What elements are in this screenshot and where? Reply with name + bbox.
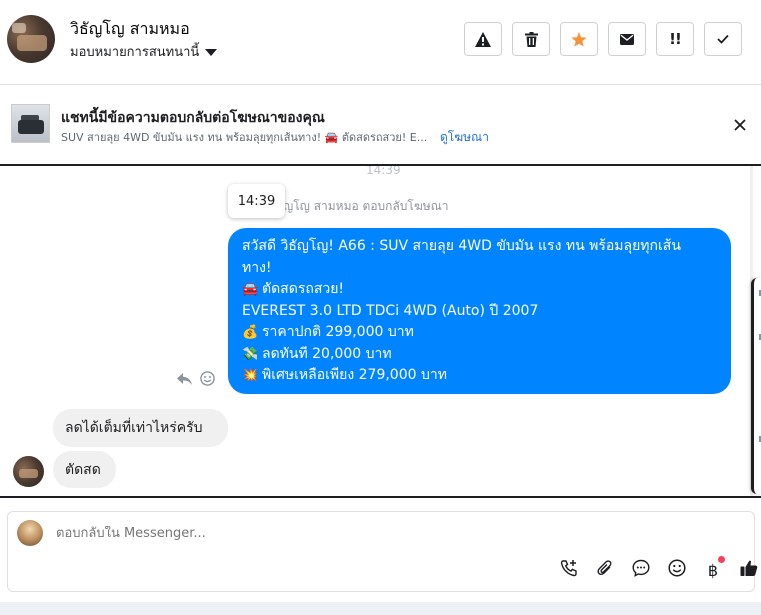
message-text: พิเศษเหลือเพียง 279,000 บาท: [262, 367, 447, 383]
close-banner-button[interactable]: [731, 116, 749, 134]
money-wings-emoji-icon: 💸: [242, 346, 259, 362]
collapsed-side-panel[interactable]: [751, 278, 761, 494]
contact-name[interactable]: วิธัญโญ สามหมอ: [70, 17, 190, 42]
star-icon: [571, 31, 587, 47]
follow-up-button[interactable]: !!: [656, 22, 694, 56]
trash-icon: [524, 31, 538, 47]
payment-button[interactable]: ฿: [695, 556, 731, 582]
add-call-button[interactable]: [551, 558, 587, 582]
saved-replies-icon: [632, 559, 650, 581]
time-tooltip: 14:39: [228, 184, 285, 218]
outgoing-message[interactable]: สวัสดี วิธัญโญ! A66 : SUV สายลุย 4WD ขับ…: [228, 228, 731, 394]
collision-emoji-icon: 💥: [242, 368, 259, 383]
emoji-icon: [668, 559, 686, 581]
message-line: 💥 พิเศษเหลือเพียง 279,000 บาท: [242, 365, 717, 387]
incoming-message[interactable]: ตัดสด: [53, 451, 116, 488]
report-button[interactable]: [464, 22, 502, 56]
view-ad-link[interactable]: ดูโฆษณา: [440, 128, 489, 147]
message-line: 💰 ราคาปกติ 299,000 บาท: [242, 322, 717, 344]
message-line: EVEREST 3.0 LTD TDCi 4WD (Auto) ปี 2007: [242, 302, 539, 319]
ad-reply-banner: แชทนี้มีข้อความตอบกลับต่อโฆษณาของคุณ SUV…: [0, 85, 761, 166]
contact-avatar[interactable]: [7, 15, 55, 63]
like-button[interactable]: [731, 558, 761, 582]
sender-avatar[interactable]: [13, 456, 44, 487]
react-icon[interactable]: [200, 371, 215, 390]
mark-unread-button[interactable]: [608, 22, 646, 56]
ad-thumbnail[interactable]: [11, 104, 50, 143]
assign-conversation-dropdown[interactable]: มอบหมายการสนทนานี้: [70, 41, 218, 62]
close-icon: [731, 119, 749, 138]
bottom-strip: [0, 602, 761, 615]
reply-composer: ฿: [7, 511, 758, 592]
envelope-icon: [620, 33, 634, 45]
ad-banner-title: แชทนี้มีข้อความตอบกลับต่อโฆษณาของคุณ: [61, 110, 325, 126]
delete-button[interactable]: [512, 22, 550, 56]
message-line: ทาง!: [242, 259, 272, 276]
notification-dot: [718, 556, 725, 563]
incoming-message[interactable]: ลดได้เต็มที่เท่าไหร่ครับ: [53, 409, 228, 447]
caret-down-icon: [205, 48, 218, 56]
mark-done-button[interactable]: [704, 22, 742, 56]
exclamation-icon: !!: [669, 30, 682, 48]
attachment-button[interactable]: [587, 558, 623, 582]
money-bag-emoji-icon: 💰: [242, 325, 259, 340]
message-text: ลดทันที 20,000 บาท: [262, 345, 392, 362]
message-line: 💸 ลดทันที 20,000 บาท: [242, 344, 717, 366]
message-actions: [177, 371, 215, 390]
message-text: ราคาปกติ 299,000 บาท: [262, 324, 414, 340]
emoji-button[interactable]: [659, 558, 695, 582]
ad-reply-note: ญโญ สามหมอ ตอบกลับโฆษณา: [283, 199, 449, 213]
reply-icon[interactable]: [177, 371, 192, 390]
attachment-icon: [597, 559, 613, 581]
saved-replies-button[interactable]: [623, 558, 659, 582]
warning-icon: [475, 31, 491, 47]
check-icon: [717, 34, 729, 44]
message-line: 🚘 ตัดสดรถสวย!: [242, 279, 717, 301]
composer-toolbar: ฿: [551, 556, 761, 582]
payment-icon: ฿: [707, 560, 719, 580]
reply-input[interactable]: [56, 526, 656, 541]
like-icon: [740, 559, 758, 581]
composer-divider: [0, 496, 761, 498]
star-button[interactable]: [560, 22, 598, 56]
page-avatar: [17, 520, 43, 546]
timestamp: 14:39: [366, 166, 401, 177]
car-emoji-icon: 🚘: [242, 282, 259, 297]
message-thread[interactable]: 14:39 ญโญ สามหมอ ตอบกลับโฆษณา 14:39 สวัส…: [0, 166, 752, 496]
message-text: ตัดสดรถสวย!: [262, 281, 345, 297]
ad-banner-snippet: SUV สายลุย 4WD ขับมัน แรง ทน พร้อมลุยทุก…: [61, 131, 428, 144]
message-line: สวัสดี วิธัญโญ! A66 : SUV สายลุย 4WD ขับ…: [242, 238, 681, 254]
conversation-header: วิธัญโญ สามหมอ มอบหมายการสนทนานี้ !!: [0, 0, 761, 85]
assign-label: มอบหมายการสนทนานี้: [70, 45, 200, 60]
add-call-icon: [560, 559, 578, 581]
